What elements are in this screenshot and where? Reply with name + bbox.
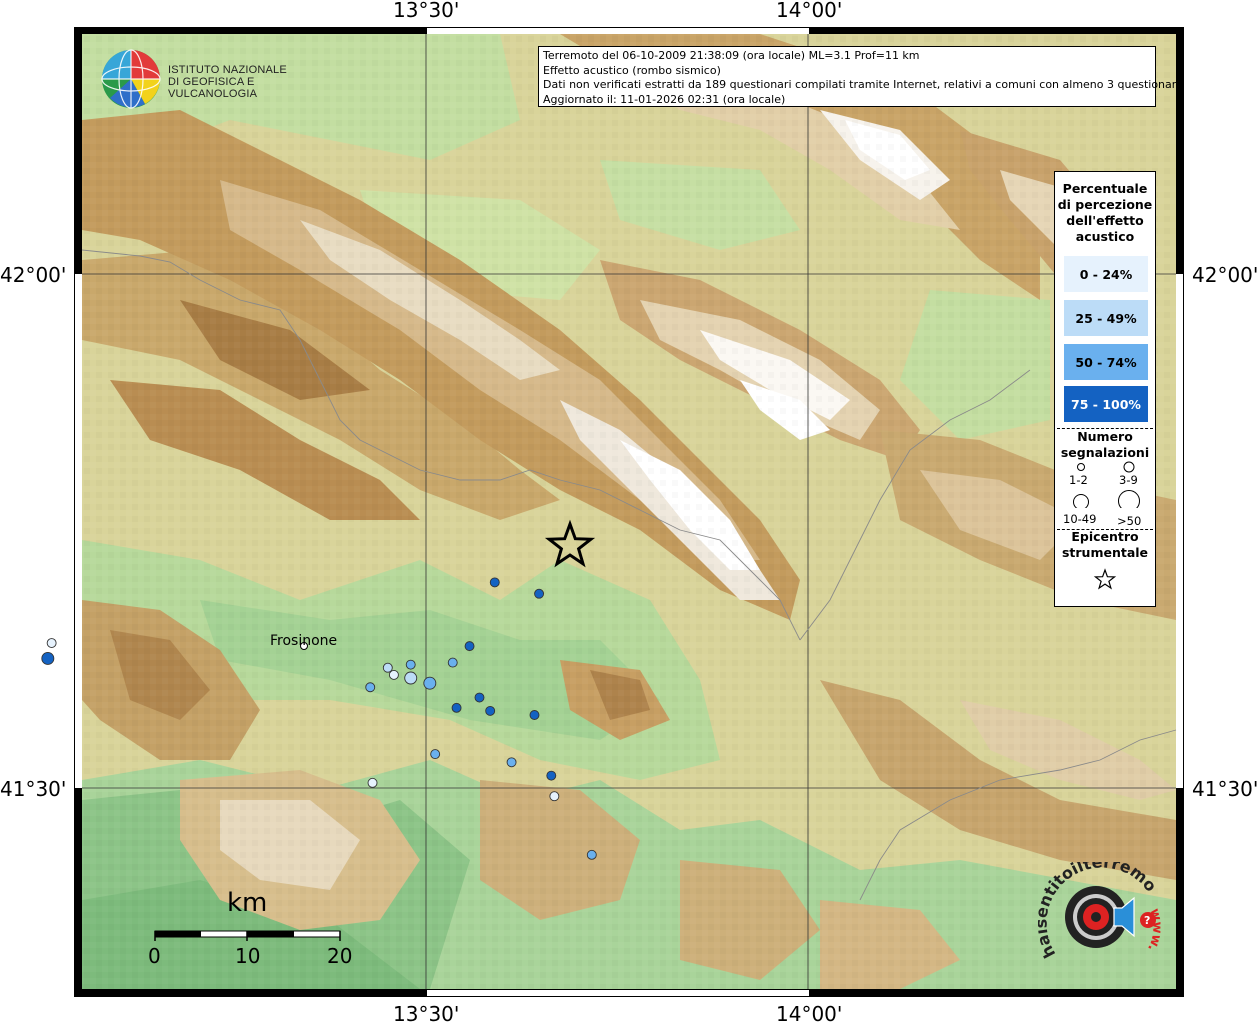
legend-size-10-49: 10-49	[1063, 512, 1097, 526]
intensity-point[interactable]	[367, 777, 378, 788]
lat-label-left-1: 42°00'	[0, 263, 67, 287]
scale-tick-20: 20	[327, 944, 353, 968]
intensity-point[interactable]	[46, 638, 57, 649]
scale-tick-10: 10	[235, 944, 261, 968]
legend-star-icon	[1093, 568, 1117, 590]
event-info-box: Terremoto del 06-10-2009 21:38:09 (ora l…	[538, 46, 1183, 107]
lon-label-top-1: 13°30'	[393, 0, 460, 22]
legend-count-title: Numero segnalazioni	[1060, 429, 1150, 460]
intensity-point[interactable]	[451, 702, 462, 713]
ingv-logo-text: ISTITUTO NAZIONALE DI GEOFISICA E VULCAN…	[168, 64, 287, 100]
intensity-point[interactable]	[404, 671, 418, 685]
intensity-point[interactable]	[534, 588, 545, 599]
legend-size-3-9: 3-9	[1119, 473, 1138, 487]
lon-label-bottom-2: 14°00'	[776, 1002, 843, 1026]
event-title: Terremoto del 06-10-2009 21:38:09 (ora l…	[543, 49, 920, 62]
intensity-point[interactable]	[41, 652, 55, 665]
lat-label-right-2: 41°30'	[1192, 777, 1257, 801]
intensity-point[interactable]	[529, 710, 540, 720]
legend-size-50: >50	[1117, 514, 1142, 528]
legend-epicenter-title: Epicentro strumentale	[1061, 529, 1149, 560]
scale-unit: km	[227, 888, 268, 918]
scale-tick-0: 0	[148, 944, 161, 968]
intensity-point[interactable]	[365, 682, 376, 693]
intensity-point[interactable]	[546, 770, 557, 781]
intensity-point[interactable]	[474, 692, 485, 703]
legend: Percentuale di percezione dell'effetto a…	[1054, 171, 1156, 607]
intensity-point[interactable]	[464, 641, 475, 652]
intensity-point[interactable]	[430, 749, 441, 760]
event-effect: Effetto acustico (rombo sismico)	[543, 63, 721, 77]
lat-label-left-2: 41°30'	[0, 777, 67, 801]
globe-icon	[101, 49, 161, 109]
haisentitoilterremoto-logo: haisentitoilterremoto.it www. ?	[1031, 847, 1168, 977]
legend-class-3: 75 - 100%	[1064, 386, 1148, 422]
intensity-point[interactable]	[489, 577, 500, 588]
intensity-point[interactable]	[447, 657, 458, 668]
intensity-point[interactable]	[549, 791, 560, 802]
intensity-point[interactable]	[506, 757, 517, 768]
intensity-point[interactable]	[586, 849, 597, 860]
lon-label-bottom-1: 13°30'	[393, 1002, 460, 1026]
hst-logo-graphic: haisentitoilterremoto.it www. ?	[1031, 847, 1164, 961]
legend-class-0: 0 - 24%	[1064, 256, 1148, 292]
intensity-point[interactable]	[485, 705, 496, 716]
intensity-point[interactable]	[382, 662, 393, 673]
legend-title: Percentuale di percezione dell'effetto a…	[1057, 181, 1153, 244]
event-updated: Aggiornato il: 11-01-2026 02:31 (ora loc…	[543, 92, 786, 106]
intensity-point[interactable]	[388, 669, 399, 680]
svg-text:?: ?	[1144, 914, 1150, 927]
legend-size-1-2: 1-2	[1069, 473, 1088, 487]
intensity-point[interactable]	[405, 659, 416, 670]
terrain	[82, 34, 1176, 989]
event-data-note: Dati non verificati estratti da 189 ques…	[543, 78, 1183, 91]
legend-class-1: 25 - 49%	[1064, 300, 1148, 336]
legend-class-2: 50 - 74%	[1064, 344, 1148, 380]
city-label-frosinone: Frosinone	[270, 633, 338, 649]
intensity-point[interactable]	[423, 676, 437, 690]
lat-label-right-1: 42°00'	[1192, 263, 1257, 287]
lon-label-top-2: 14°00'	[776, 0, 843, 22]
ingv-logo: ISTITUTO NAZIONALE DI GEOFISICA E VULCAN…	[100, 48, 320, 109]
